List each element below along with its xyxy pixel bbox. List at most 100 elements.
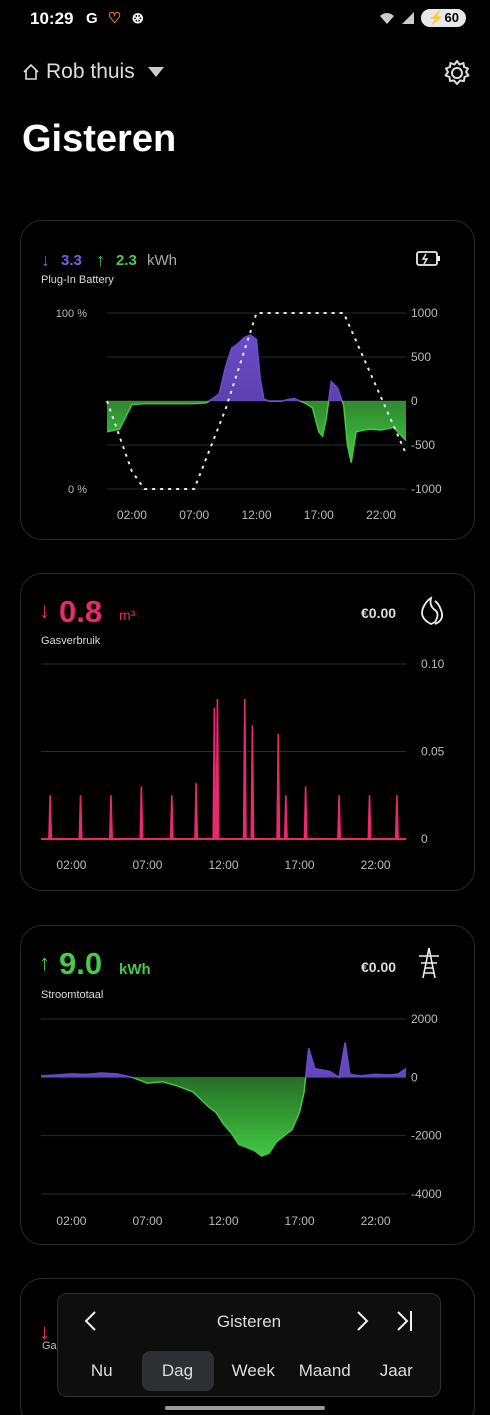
gas-spike <box>242 699 247 839</box>
power-value: 9.0 <box>59 946 102 981</box>
up-arrow-icon: ↑ <box>96 250 105 270</box>
battery-up-value: 2.3 <box>116 252 137 269</box>
location-selector[interactable]: Rob thuis <box>22 60 165 84</box>
gas-spike <box>250 725 255 839</box>
tab-week[interactable]: Week <box>218 1351 290 1391</box>
app-notification-icon: ⊛ <box>131 10 145 27</box>
power-x-tick: 22:00 <box>361 1214 391 1228</box>
gas-spike <box>78 795 83 839</box>
skip-to-last-icon[interactable] <box>390 1308 418 1334</box>
down-arrow-icon: ↓ <box>41 250 50 270</box>
gas-unit: m³ <box>119 607 136 623</box>
status-bar: 10:29 G ♡ ⊛ ⚡60 <box>0 0 490 40</box>
gas-spike <box>337 795 342 839</box>
battery-x-tick: 12:00 <box>241 508 271 522</box>
gas-chart: ↓ 0.8 m³ €0.00 Gasverbruik 0.10 0.05 0 02:0… <box>39 594 445 872</box>
power-unit: kWh <box>119 961 151 978</box>
wifi-icon <box>380 13 395 24</box>
battery-y-right-tick: -500 <box>411 438 435 452</box>
top-bar: Rob thuis <box>22 58 472 92</box>
period-tabs: Nu Dag Week Maand Jaar <box>66 1351 432 1391</box>
power-y-tick: -2000 <box>411 1129 442 1143</box>
power-cost: €0.00 <box>361 959 396 975</box>
battery-chart: ↓ 3.3 ↑ 2.3 kWh Plug-In Battery 1000 500 0… <box>41 250 442 522</box>
google-icon: G <box>86 10 98 27</box>
location-name: Rob thuis <box>46 60 135 83</box>
page-title: Gisteren <box>22 118 177 160</box>
battery-y-right-tick: 0 <box>411 394 418 408</box>
notification-icons: G ♡ ⊛ <box>86 9 150 27</box>
heart-app-icon: ♡ <box>107 10 122 27</box>
signal-icon <box>402 12 415 24</box>
power-y-tick: -4000 <box>411 1187 442 1201</box>
tab-maand[interactable]: Maand <box>289 1351 361 1391</box>
gas-y-tick: 0.05 <box>421 745 445 759</box>
power-area-negative <box>41 1077 406 1157</box>
power-up-arrow-icon: ↑ <box>39 950 50 975</box>
battery-y-left-tick: 0 % <box>68 484 87 496</box>
battery-card[interactable]: ↓ 3.3 ↑ 2.3 kWh Plug-In Battery 1000 500 0… <box>20 220 475 540</box>
battery-y-right-tick: 1000 <box>411 306 438 320</box>
power-y-tick: 0 <box>411 1070 418 1084</box>
gas-value: 0.8 <box>59 594 102 629</box>
battery-x-tick: 07:00 <box>179 508 209 522</box>
gas-spike <box>169 795 174 839</box>
chevron-right-icon[interactable] <box>348 1308 376 1334</box>
home-icon <box>23 63 39 80</box>
gas-x-tick: 12:00 <box>208 858 238 872</box>
battery-level: 60 <box>444 10 459 25</box>
battery-label: Plug-In Battery <box>41 274 114 286</box>
gas-x-tick: 17:00 <box>285 858 315 872</box>
chevron-down-icon <box>147 67 164 77</box>
battery-y-right-tick: 500 <box>411 350 431 364</box>
home-indicator[interactable] <box>165 1406 325 1410</box>
power-label: Stroomtotaal <box>41 989 103 1001</box>
tab-dag[interactable]: Dag <box>141 1351 214 1391</box>
system-status: ⚡60 <box>379 9 466 27</box>
power-chart: ↑ 9.0 kWh €0.00 Stroomtotaal 2000 0 -2000 -… <box>39 946 442 1228</box>
gas-cost: €0.00 <box>361 605 396 621</box>
power-card[interactable]: ↑ 9.0 kWh €0.00 Stroomtotaal 2000 0 -2000 -… <box>20 925 475 1245</box>
gas-x-tick: 02:00 <box>56 858 86 872</box>
gas-y-tick: 0 <box>421 832 428 846</box>
power-x-tick: 07:00 <box>132 1214 162 1228</box>
power-y-tick: 2000 <box>411 1012 438 1026</box>
partial-card-label: Ga <box>42 1340 57 1352</box>
gas-spike <box>194 783 199 839</box>
gas-spike <box>139 786 144 839</box>
battery-y-left-tick: 100 % <box>56 308 87 320</box>
navigator-period: Gisteren <box>216 1312 282 1331</box>
power-x-tick: 12:00 <box>208 1214 238 1228</box>
battery-y-right-tick: -1000 <box>411 482 442 496</box>
battery-indicator: ⚡60 <box>421 9 466 27</box>
gas-spike <box>48 795 53 839</box>
power-x-tick: 17:00 <box>285 1214 315 1228</box>
gas-spike <box>283 795 288 839</box>
tab-jaar[interactable]: Jaar <box>361 1351 433 1391</box>
battery-x-tick: 02:00 <box>117 508 147 522</box>
gas-label: Gasverbruik <box>41 635 101 647</box>
gas-spike <box>276 734 281 839</box>
gas-spike <box>394 795 399 839</box>
gas-y-tick: 0.10 <box>421 657 445 671</box>
status-time: 10:29 <box>30 9 74 28</box>
settings-gear-icon[interactable] <box>442 58 472 88</box>
tab-nu[interactable]: Nu <box>66 1351 138 1391</box>
battery-unit: kWh <box>147 252 177 269</box>
date-navigator: Gisteren Nu Dag Week Maand Jaar <box>57 1293 441 1397</box>
gas-spike <box>108 795 113 839</box>
gas-x-tick: 07:00 <box>132 858 162 872</box>
gas-card[interactable]: ↓ 0.8 m³ €0.00 Gasverbruik 0.10 0.05 0 02:0… <box>20 573 475 891</box>
gas-spike <box>215 699 220 839</box>
battery-x-tick: 17:00 <box>304 508 334 522</box>
battery-icon <box>416 251 440 266</box>
gas-down-arrow-icon: ↓ <box>39 598 50 623</box>
battery-x-tick: 22:00 <box>366 508 396 522</box>
power-tower-icon <box>419 947 439 979</box>
flame-icon <box>421 596 444 626</box>
gas-x-tick: 22:00 <box>361 858 391 872</box>
battery-down-value: 3.3 <box>61 252 82 269</box>
gas-spike <box>367 795 372 839</box>
power-x-tick: 02:00 <box>56 1214 86 1228</box>
gas-spike <box>303 786 308 839</box>
